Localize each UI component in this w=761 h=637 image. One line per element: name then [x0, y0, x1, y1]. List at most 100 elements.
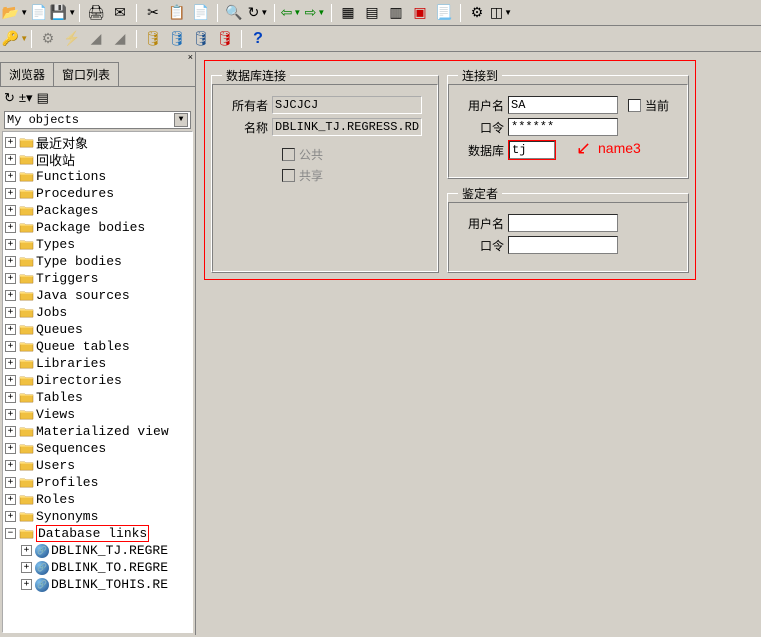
expander-icon[interactable]: +	[5, 409, 16, 420]
expander-icon[interactable]: +	[5, 205, 16, 216]
tree-item-synonyms[interactable]: +Synonyms	[3, 508, 192, 525]
expander-icon[interactable]: +	[5, 460, 16, 471]
cut-button[interactable]: ✂	[142, 2, 164, 24]
expander-icon[interactable]: +	[5, 154, 16, 165]
exec-button[interactable]: ▣	[409, 2, 431, 24]
auth-pwd-input[interactable]	[508, 236, 618, 254]
expand-icon[interactable]: ±▾	[19, 90, 33, 106]
tree-item-procedures[interactable]: +Procedures	[3, 185, 192, 202]
tree-item-types[interactable]: +Types	[3, 236, 192, 253]
tree-item-packages[interactable]: +Packages	[3, 202, 192, 219]
tree-item-profiles[interactable]: +Profiles	[3, 474, 192, 491]
tree-item-libraries[interactable]: +Libraries	[3, 355, 192, 372]
tree-item-roles[interactable]: +Roles	[3, 491, 192, 508]
expander-icon[interactable]: +	[5, 239, 16, 250]
panel-close-icon[interactable]: ×	[0, 52, 195, 62]
back-button[interactable]: ⇦▼	[280, 2, 302, 24]
tree-item-type-bodies[interactable]: +Type bodies	[3, 253, 192, 270]
objects-combo[interactable]: My objects ▼	[4, 111, 191, 129]
layout3-button[interactable]: ▥	[385, 2, 407, 24]
conn-pwd-input[interactable]	[508, 118, 618, 136]
refresh-icon[interactable]: ↻	[4, 90, 15, 106]
expander-icon[interactable]: +	[5, 358, 16, 369]
expander-icon[interactable]: +	[5, 256, 16, 267]
tree-item-triggers[interactable]: +Triggers	[3, 270, 192, 287]
tree-item-directories[interactable]: +Directories	[3, 372, 192, 389]
dblink-item[interactable]: +🔗DBLINK_TOHIS.RE	[3, 576, 192, 593]
tree-item-queue-tables[interactable]: +Queue tables	[3, 338, 192, 355]
layout2-button[interactable]: ▤	[361, 2, 383, 24]
expander-icon[interactable]: +	[21, 579, 32, 590]
expander-icon[interactable]: +	[5, 511, 16, 522]
dblink-item[interactable]: +🔗DBLINK_TO.REGRE	[3, 559, 192, 576]
expander-icon[interactable]: +	[5, 222, 16, 233]
new-button[interactable]: 📄	[28, 2, 50, 24]
tree-item-回收站[interactable]: +回收站	[3, 151, 192, 168]
tree-item-views[interactable]: +Views	[3, 406, 192, 423]
mail-button[interactable]: ✉	[109, 2, 131, 24]
dblink-item[interactable]: +🔗DBLINK_TJ.REGRE	[3, 542, 192, 559]
help-button[interactable]: ?	[247, 28, 269, 50]
folder-icon	[19, 459, 34, 472]
expander-icon[interactable]: +	[5, 171, 16, 182]
tree-item-jobs[interactable]: +Jobs	[3, 304, 192, 321]
expander-icon[interactable]: +	[21, 562, 32, 573]
db2-button[interactable]: 🛢	[166, 28, 188, 50]
db4-button[interactable]: 🛢	[214, 28, 236, 50]
db1-button[interactable]: 🛢	[142, 28, 164, 50]
expander-icon[interactable]: +	[5, 290, 16, 301]
expander-icon[interactable]: +	[5, 443, 16, 454]
filter-button[interactable]: ◫▼	[490, 2, 512, 24]
tree-item-package-bodies[interactable]: +Package bodies	[3, 219, 192, 236]
stack1-button[interactable]: ◢	[85, 28, 107, 50]
tree-item-functions[interactable]: +Functions	[3, 168, 192, 185]
tab-browser[interactable]: 浏览器	[0, 62, 54, 86]
auth-user-input[interactable]	[508, 214, 618, 232]
expander-icon[interactable]: +	[5, 426, 16, 437]
share-checkbox	[282, 169, 295, 182]
redo-button[interactable]: ↻▼	[247, 2, 269, 24]
expander-icon[interactable]: +	[5, 341, 16, 352]
expander-icon[interactable]: +	[21, 545, 32, 556]
conn-db-input[interactable]	[509, 141, 555, 159]
bolt-button[interactable]: ⚡	[61, 28, 83, 50]
tree-item-最近对象[interactable]: +最近对象	[3, 134, 192, 151]
tree-item-sequences[interactable]: +Sequences	[3, 440, 192, 457]
tree-item-users[interactable]: +Users	[3, 457, 192, 474]
find-button[interactable]: 🔍	[223, 2, 245, 24]
settings-button[interactable]: ⚙	[466, 2, 488, 24]
layout1-button[interactable]: ▦	[337, 2, 359, 24]
tab-window-list[interactable]: 窗口列表	[53, 62, 119, 86]
expander-icon[interactable]: +	[5, 477, 16, 488]
print-button[interactable]: 🖨	[85, 2, 107, 24]
key-button[interactable]: 🔑▼	[4, 28, 26, 50]
expander-icon[interactable]: +	[5, 273, 16, 284]
expander-icon[interactable]: +	[5, 137, 16, 148]
save-button[interactable]: 💾▼	[52, 2, 74, 24]
object-tree[interactable]: +最近对象+回收站+Functions+Procedures+Packages+…	[2, 131, 193, 633]
tree-filter-icon[interactable]: ▤	[37, 90, 49, 106]
copy-button[interactable]: 📋	[166, 2, 188, 24]
current-checkbox[interactable]	[628, 99, 641, 112]
forward-button[interactable]: ⇨▼	[304, 2, 326, 24]
stack2-button[interactable]: ◢	[109, 28, 131, 50]
expander-icon[interactable]: +	[5, 324, 16, 335]
expander-icon[interactable]: +	[5, 392, 16, 403]
expander-icon[interactable]: +	[5, 494, 16, 505]
tree-item-queues[interactable]: +Queues	[3, 321, 192, 338]
open-button[interactable]: 📂▼	[4, 2, 26, 24]
expander-icon[interactable]: +	[5, 188, 16, 199]
tree-item-java-sources[interactable]: +Java sources	[3, 287, 192, 304]
tree-item-materialized-view[interactable]: +Materialized view	[3, 423, 192, 440]
gear-button[interactable]: ⚙	[37, 28, 59, 50]
tree-item-database-links[interactable]: −Database links	[3, 525, 192, 542]
tree-item-tables[interactable]: +Tables	[3, 389, 192, 406]
expander-icon[interactable]: −	[5, 528, 16, 539]
expander-icon[interactable]: +	[5, 307, 16, 318]
paste-button[interactable]: 📄	[190, 2, 212, 24]
expander-icon[interactable]: +	[5, 375, 16, 386]
script-button[interactable]: 📃	[433, 2, 455, 24]
conn-user-input[interactable]	[508, 96, 618, 114]
combo-dropdown-icon[interactable]: ▼	[174, 113, 188, 127]
db3-button[interactable]: 🛢	[190, 28, 212, 50]
